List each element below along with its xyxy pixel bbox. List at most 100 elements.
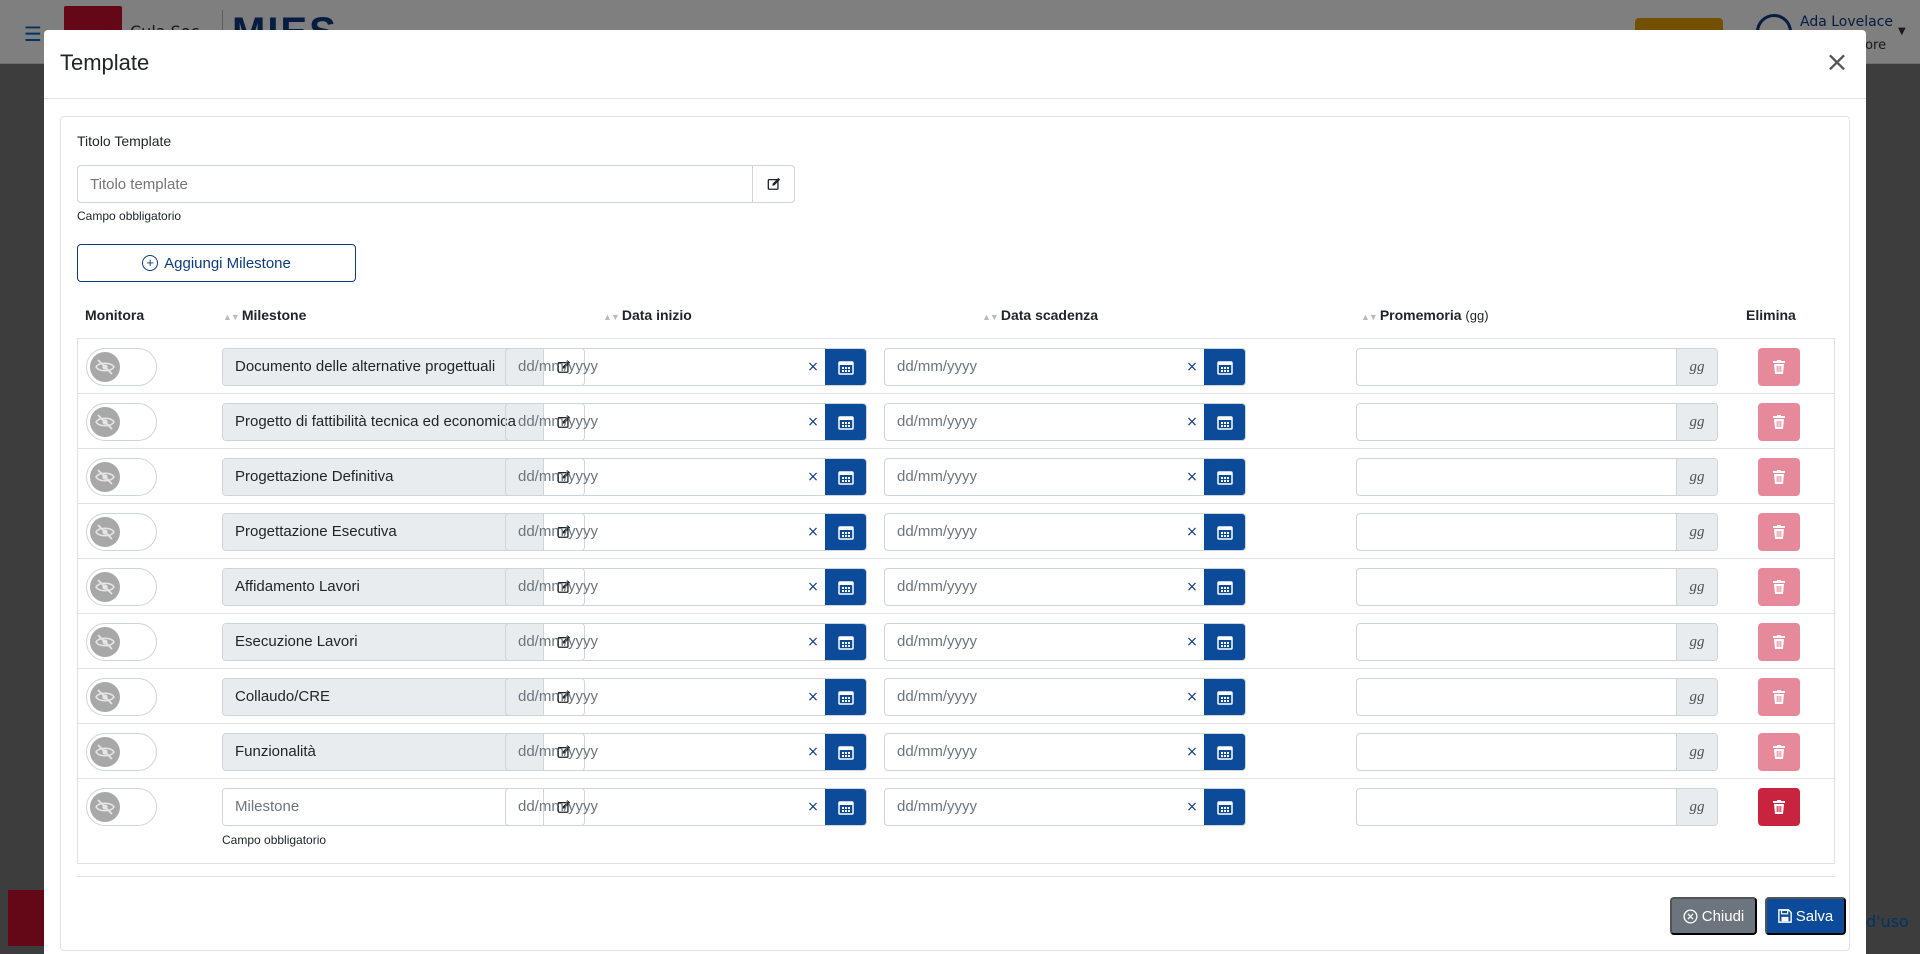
clear-icon[interactable]: × bbox=[1180, 404, 1204, 440]
clear-icon[interactable]: × bbox=[801, 679, 825, 715]
reminder-input[interactable] bbox=[1357, 569, 1676, 605]
delete-button[interactable] bbox=[1758, 788, 1800, 826]
milestone-input[interactable]: Progettazione Definitiva bbox=[223, 459, 543, 495]
clear-icon[interactable]: × bbox=[801, 569, 825, 605]
monitor-toggle[interactable] bbox=[86, 568, 157, 606]
calendar-icon[interactable] bbox=[825, 349, 866, 385]
clear-icon[interactable]: × bbox=[1180, 679, 1204, 715]
calendar-icon[interactable] bbox=[825, 404, 866, 440]
calendar-icon[interactable] bbox=[825, 459, 866, 495]
reminder-input[interactable] bbox=[1357, 349, 1676, 385]
save-button[interactable]: Salva bbox=[1765, 897, 1846, 935]
start-date-input[interactable]: dd/mm/yyyy bbox=[506, 349, 801, 385]
due-date-input[interactable]: dd/mm/yyyy bbox=[885, 679, 1180, 715]
due-date-input[interactable]: dd/mm/yyyy bbox=[885, 514, 1180, 550]
clear-icon[interactable]: × bbox=[1180, 734, 1204, 770]
start-date-input[interactable]: dd/mm/yyyy bbox=[506, 459, 801, 495]
delete-button[interactable] bbox=[1758, 458, 1800, 496]
reminder-input[interactable] bbox=[1357, 514, 1676, 550]
monitor-toggle[interactable] bbox=[86, 513, 157, 551]
edit-icon[interactable] bbox=[752, 166, 794, 202]
clear-icon[interactable]: × bbox=[801, 349, 825, 385]
close-button[interactable]: Chiudi bbox=[1670, 897, 1757, 935]
milestone-input[interactable]: Funzionalità bbox=[223, 734, 543, 770]
delete-button[interactable] bbox=[1758, 678, 1800, 716]
header-due-date[interactable]: ▲▼ Data scadenza bbox=[982, 307, 1098, 323]
delete-button[interactable] bbox=[1758, 403, 1800, 441]
reminder-input[interactable] bbox=[1357, 404, 1676, 440]
clear-icon[interactable]: × bbox=[801, 404, 825, 440]
header-milestone[interactable]: ▲▼ Milestone bbox=[223, 307, 306, 323]
monitor-toggle[interactable] bbox=[86, 678, 157, 716]
monitor-toggle[interactable] bbox=[86, 733, 157, 771]
start-date-input[interactable]: dd/mm/yyyy bbox=[506, 679, 801, 715]
calendar-icon[interactable] bbox=[1204, 679, 1245, 715]
calendar-icon[interactable] bbox=[1204, 569, 1245, 605]
clear-icon[interactable]: × bbox=[1180, 514, 1204, 550]
reminder-input[interactable] bbox=[1357, 679, 1676, 715]
due-date-input[interactable]: dd/mm/yyyy bbox=[885, 404, 1180, 440]
clear-icon[interactable]: × bbox=[1180, 624, 1204, 660]
clear-icon[interactable]: × bbox=[1180, 459, 1204, 495]
milestone-input[interactable]: Milestone bbox=[223, 789, 543, 825]
calendar-icon[interactable] bbox=[1204, 789, 1245, 825]
monitor-toggle[interactable] bbox=[86, 788, 157, 826]
add-milestone-button[interactable]: + Aggiungi Milestone bbox=[77, 244, 356, 282]
clear-icon[interactable]: × bbox=[801, 514, 825, 550]
clear-icon[interactable]: × bbox=[801, 459, 825, 495]
calendar-icon[interactable] bbox=[1204, 624, 1245, 660]
due-date-input[interactable]: dd/mm/yyyy bbox=[885, 459, 1180, 495]
delete-button[interactable] bbox=[1758, 513, 1800, 551]
calendar-icon[interactable] bbox=[1204, 404, 1245, 440]
start-date-input[interactable]: dd/mm/yyyy bbox=[506, 734, 801, 770]
monitor-toggle[interactable] bbox=[86, 348, 157, 386]
delete-button[interactable] bbox=[1758, 348, 1800, 386]
start-date-input[interactable]: dd/mm/yyyy bbox=[506, 514, 801, 550]
due-date-input[interactable]: dd/mm/yyyy bbox=[885, 624, 1180, 660]
header-reminder[interactable]: ▲▼ Promemoria (gg) bbox=[1361, 307, 1489, 323]
calendar-icon[interactable] bbox=[825, 514, 866, 550]
reminder-input[interactable] bbox=[1357, 459, 1676, 495]
calendar-icon[interactable] bbox=[1204, 349, 1245, 385]
calendar-icon[interactable] bbox=[825, 569, 866, 605]
due-date-input[interactable]: dd/mm/yyyy bbox=[885, 734, 1180, 770]
monitor-toggle[interactable] bbox=[86, 458, 157, 496]
clear-icon[interactable]: × bbox=[1180, 789, 1204, 825]
delete-button[interactable] bbox=[1758, 733, 1800, 771]
milestone-input[interactable]: Documento delle alternative progettuali bbox=[223, 349, 543, 385]
milestone-input[interactable]: Affidamento Lavori bbox=[223, 569, 543, 605]
milestone-input[interactable]: Progetto di fattibilità tecnica ed econo… bbox=[223, 404, 543, 440]
clear-icon[interactable]: × bbox=[1180, 569, 1204, 605]
calendar-icon[interactable] bbox=[1204, 459, 1245, 495]
clear-icon[interactable]: × bbox=[801, 789, 825, 825]
reminder-input[interactable] bbox=[1357, 624, 1676, 660]
due-date-input[interactable]: dd/mm/yyyy bbox=[885, 789, 1180, 825]
clear-icon[interactable]: × bbox=[1180, 349, 1204, 385]
calendar-icon[interactable] bbox=[825, 679, 866, 715]
due-date-input[interactable]: dd/mm/yyyy bbox=[885, 569, 1180, 605]
monitor-toggle[interactable] bbox=[86, 403, 157, 441]
delete-button[interactable] bbox=[1758, 623, 1800, 661]
close-icon[interactable]: × bbox=[1822, 48, 1852, 78]
due-date-input[interactable]: dd/mm/yyyy bbox=[885, 349, 1180, 385]
clear-icon[interactable]: × bbox=[801, 624, 825, 660]
start-date-input[interactable]: dd/mm/yyyy bbox=[506, 404, 801, 440]
delete-button[interactable] bbox=[1758, 568, 1800, 606]
start-date-input[interactable]: dd/mm/yyyy bbox=[506, 569, 801, 605]
milestone-input[interactable]: Progettazione Esecutiva bbox=[223, 514, 543, 550]
calendar-icon[interactable] bbox=[825, 624, 866, 660]
calendar-icon[interactable] bbox=[1204, 734, 1245, 770]
calendar-icon[interactable] bbox=[825, 734, 866, 770]
title-template-input[interactable] bbox=[78, 166, 752, 202]
reminder-input[interactable] bbox=[1357, 789, 1676, 825]
calendar-icon[interactable] bbox=[825, 789, 866, 825]
clear-icon[interactable]: × bbox=[801, 734, 825, 770]
start-date-input[interactable]: dd/mm/yyyy bbox=[506, 624, 801, 660]
start-date-input[interactable]: dd/mm/yyyy bbox=[506, 789, 801, 825]
calendar-icon[interactable] bbox=[1204, 514, 1245, 550]
milestone-input[interactable]: Collaudo/CRE bbox=[223, 679, 543, 715]
milestone-input[interactable]: Esecuzione Lavori bbox=[223, 624, 543, 660]
monitor-toggle[interactable] bbox=[86, 623, 157, 661]
header-start-date[interactable]: ▲▼ Data inizio bbox=[603, 307, 692, 323]
reminder-input[interactable] bbox=[1357, 734, 1676, 770]
